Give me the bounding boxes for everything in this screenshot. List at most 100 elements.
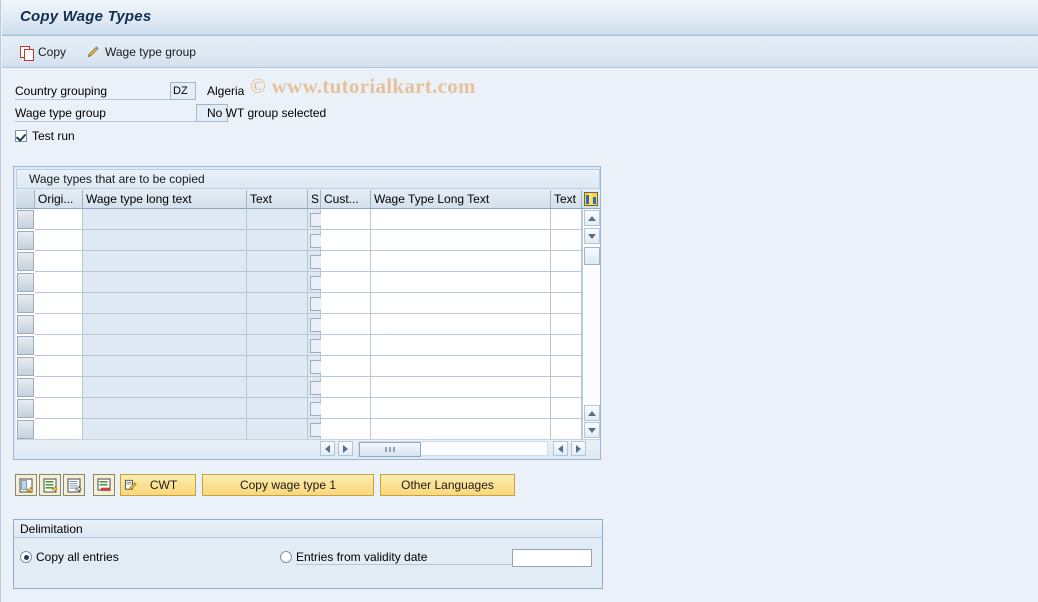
deselect-icon-button[interactable] [63,474,85,496]
cell-wt_long_text[interactable] [83,293,247,314]
table-row[interactable] [16,230,582,251]
cell-wt_long_text2[interactable] [371,230,551,251]
copy-all-entries-option[interactable]: Copy all entries [20,549,119,565]
table-row[interactable] [16,293,582,314]
cell-cust[interactable] [321,356,371,377]
scroll-down-bottom-button[interactable] [584,422,600,438]
cell-text2[interactable] [551,251,582,272]
cell-text1[interactable] [247,377,308,398]
cell-origin[interactable] [35,293,83,314]
cell-wt_long_text[interactable] [83,335,247,356]
cell-wt_long_text[interactable] [83,209,247,230]
row-select-handle[interactable] [17,357,34,376]
cell-cust[interactable] [321,230,371,251]
cell-origin[interactable] [35,356,83,377]
table-row[interactable] [16,272,582,293]
test-run-checkbox[interactable] [15,130,27,142]
grid-header-s[interactable]: S [308,190,321,208]
scroll-left-end-button[interactable] [553,441,568,456]
grid-header-select-all[interactable] [16,190,35,208]
cell-s[interactable] [308,398,323,419]
cell-text1[interactable] [247,293,308,314]
cell-text2[interactable] [551,335,582,356]
cell-wt_long_text2[interactable] [371,314,551,335]
grid-header-wage-type-long-text[interactable]: Wage type long text [83,190,247,208]
cell-s[interactable] [308,230,323,251]
horizontal-scroll-thumb[interactable] [359,442,421,457]
cell-cust[interactable] [321,398,371,419]
copy-wage-type-1-button[interactable]: Copy wage type 1 [202,474,374,496]
cell-wt_long_text[interactable] [83,230,247,251]
table-row[interactable] [16,398,582,419]
cell-text2[interactable] [551,293,582,314]
cwt-button[interactable]: CWT [120,474,196,496]
cell-origin[interactable] [35,251,83,272]
cell-text2[interactable] [551,230,582,251]
cell-wt_long_text[interactable] [83,377,247,398]
cell-wt_long_text2[interactable] [371,398,551,419]
horizontal-scroll-track[interactable] [358,441,548,457]
cell-text2[interactable] [551,314,582,335]
cell-s[interactable] [308,293,323,314]
scroll-up-top-button[interactable] [584,210,600,226]
grid-vertical-scrollbar[interactable] [582,209,600,440]
vertical-scroll-thumb[interactable] [584,247,600,265]
table-settings-icon[interactable] [584,192,598,206]
cell-wt_long_text2[interactable] [371,377,551,398]
cell-text2[interactable] [551,377,582,398]
grid-horizontal-scrollbar[interactable] [16,439,600,457]
cell-cust[interactable] [321,314,371,335]
cell-text1[interactable] [247,398,308,419]
table-row[interactable] [16,335,582,356]
cell-text1[interactable] [247,335,308,356]
cell-s[interactable] [308,251,323,272]
cell-wt_long_text[interactable] [83,356,247,377]
cell-origin[interactable] [35,398,83,419]
cell-wt_long_text[interactable] [83,272,247,293]
table-row[interactable] [16,419,582,440]
wage-type-group-button[interactable]: Wage type group [82,42,200,62]
cell-wt_long_text[interactable] [83,314,247,335]
grid-header-cust[interactable]: Cust... [321,190,371,208]
cell-origin[interactable] [35,230,83,251]
cell-text1[interactable] [247,230,308,251]
cell-s[interactable] [308,314,323,335]
cell-origin[interactable] [35,377,83,398]
row-select-handle[interactable] [17,273,34,292]
cell-wt_long_text2[interactable] [371,293,551,314]
table-row[interactable] [16,377,582,398]
delete-entry-icon-button[interactable] [93,474,115,496]
cell-wt_long_text2[interactable] [371,335,551,356]
cell-wt_long_text2[interactable] [371,419,551,440]
cell-text2[interactable] [551,356,582,377]
cell-s[interactable] [308,335,323,356]
select-block-icon-button[interactable] [39,474,61,496]
cell-cust[interactable] [321,377,371,398]
cell-text1[interactable] [247,251,308,272]
cell-text2[interactable] [551,398,582,419]
cell-wt_long_text[interactable] [83,251,247,272]
cell-text1[interactable] [247,272,308,293]
row-select-handle[interactable] [17,252,34,271]
table-row[interactable] [16,251,582,272]
validity-date-input[interactable] [512,549,592,567]
table-row[interactable] [16,209,582,230]
cell-text1[interactable] [247,419,308,440]
scroll-left-button[interactable] [320,441,335,456]
grid-header-text-1[interactable]: Text [247,190,308,208]
other-languages-button[interactable]: Other Languages [380,474,515,496]
cell-origin[interactable] [35,209,83,230]
grid-header-origin[interactable]: Origi... [35,190,83,208]
cell-text1[interactable] [247,314,308,335]
entries-from-validity-date-radio[interactable] [280,551,292,563]
row-select-handle[interactable] [17,294,34,313]
cell-s[interactable] [308,377,323,398]
cell-s[interactable] [308,419,323,440]
cell-cust[interactable] [321,419,371,440]
cell-text2[interactable] [551,419,582,440]
row-select-handle[interactable] [17,420,34,439]
select-all-icon-button[interactable] [15,474,37,496]
row-select-handle[interactable] [17,378,34,397]
copy-all-entries-radio[interactable] [20,551,32,563]
cell-text1[interactable] [247,356,308,377]
